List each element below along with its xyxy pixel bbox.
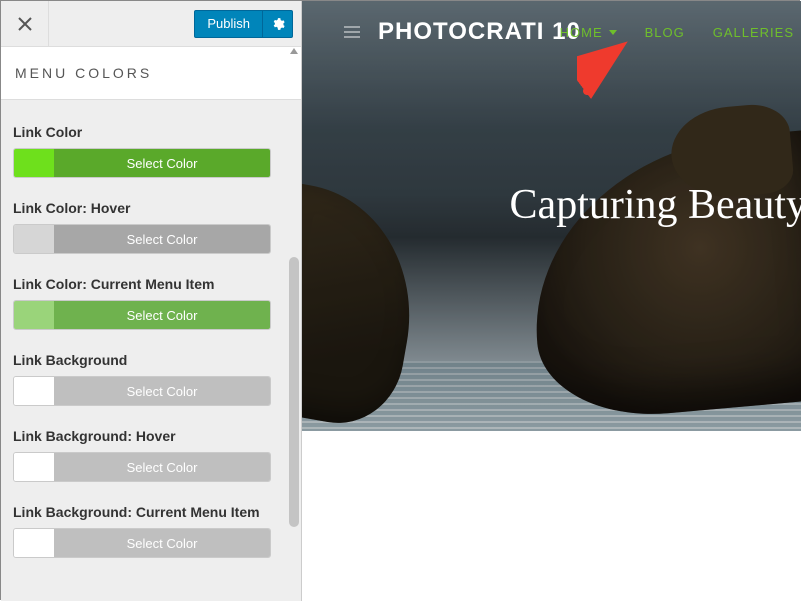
color-control-label: Link Color: Current Menu Item (13, 276, 289, 292)
hamburger-line-icon (344, 26, 360, 28)
topbar-spacer (49, 1, 194, 46)
publish-button[interactable]: Publish (194, 10, 263, 38)
color-control: Link Color: Current Menu Item Select Colo… (13, 276, 289, 330)
hamburger-menu-button[interactable] (344, 26, 360, 38)
color-control-label: Link Background: Hover (13, 428, 289, 444)
color-control-label: Link Background: Current Menu Item (13, 504, 289, 520)
color-swatch (14, 301, 54, 329)
customizer-sidebar: Publish MENU COLORS Link Color Select Col… (1, 1, 301, 601)
color-control-label: Link Color: Hover (13, 200, 289, 216)
select-color-label: Select Color (54, 377, 270, 405)
select-color-button[interactable]: Select Color (13, 148, 271, 178)
site-preview: PHOTOCRATI 10 HOME BLOG GALLERIES Captur… (301, 1, 801, 601)
close-icon (18, 17, 32, 31)
gear-icon (271, 17, 285, 31)
hamburger-line-icon (344, 36, 360, 38)
color-swatch (14, 149, 54, 177)
color-control: Link Background: Current Menu Item Select… (13, 504, 289, 558)
nav-link-home[interactable]: HOME (560, 25, 617, 40)
color-control: Link Background Select Color (13, 352, 289, 406)
color-swatch (14, 225, 54, 253)
color-swatch (14, 377, 54, 405)
scrollbar-vertical[interactable] (287, 47, 301, 601)
color-control: Link Color Select Color (13, 124, 289, 178)
publish-settings-button[interactable] (263, 10, 293, 38)
site-brand: PHOTOCRATI 10 (378, 18, 581, 46)
select-color-label: Select Color (54, 149, 270, 177)
chevron-down-icon (609, 30, 617, 35)
color-control: Link Color: Hover Select Color (13, 200, 289, 254)
select-color-button[interactable]: Select Color (13, 528, 271, 558)
scrollbar-thumb[interactable] (289, 257, 299, 527)
color-control-label: Link Background (13, 352, 289, 368)
hero-header: PHOTOCRATI 10 HOME BLOG GALLERIES (302, 1, 801, 63)
color-swatch (14, 529, 54, 557)
hero-title: Capturing Beauty (510, 181, 801, 229)
scroll-up-icon (290, 48, 298, 54)
select-color-label: Select Color (54, 301, 270, 329)
controls-scroll-area[interactable]: MENU COLORS Link ColorSelect ColorLink C… (1, 47, 301, 601)
primary-nav: HOME BLOG GALLERIES (560, 1, 801, 63)
hamburger-line-icon (344, 31, 360, 33)
close-button[interactable] (1, 1, 49, 46)
select-color-button[interactable]: Select Color (13, 300, 271, 330)
select-color-label: Select Color (54, 529, 270, 557)
color-control: Link Background: Hover Select Color (13, 428, 289, 482)
customizer-topbar: Publish (1, 1, 301, 47)
select-color-button[interactable]: Select Color (13, 224, 271, 254)
hero-section: PHOTOCRATI 10 HOME BLOG GALLERIES Captur… (302, 1, 801, 431)
nav-link-blog[interactable]: BLOG (645, 25, 685, 40)
select-color-button[interactable]: Select Color (13, 376, 271, 406)
select-color-label: Select Color (54, 453, 270, 481)
section-title: MENU COLORS (1, 47, 301, 100)
nav-link-galleries[interactable]: GALLERIES (713, 25, 794, 40)
controls-list: Link Color Select Color Link Color: Hover S… (1, 100, 301, 592)
color-swatch (14, 453, 54, 481)
color-control-label: Link Color (13, 124, 289, 140)
select-color-label: Select Color (54, 225, 270, 253)
select-color-button[interactable]: Select Color (13, 452, 271, 482)
publish-group: Publish (194, 1, 301, 46)
nav-link-label: HOME (560, 25, 603, 40)
